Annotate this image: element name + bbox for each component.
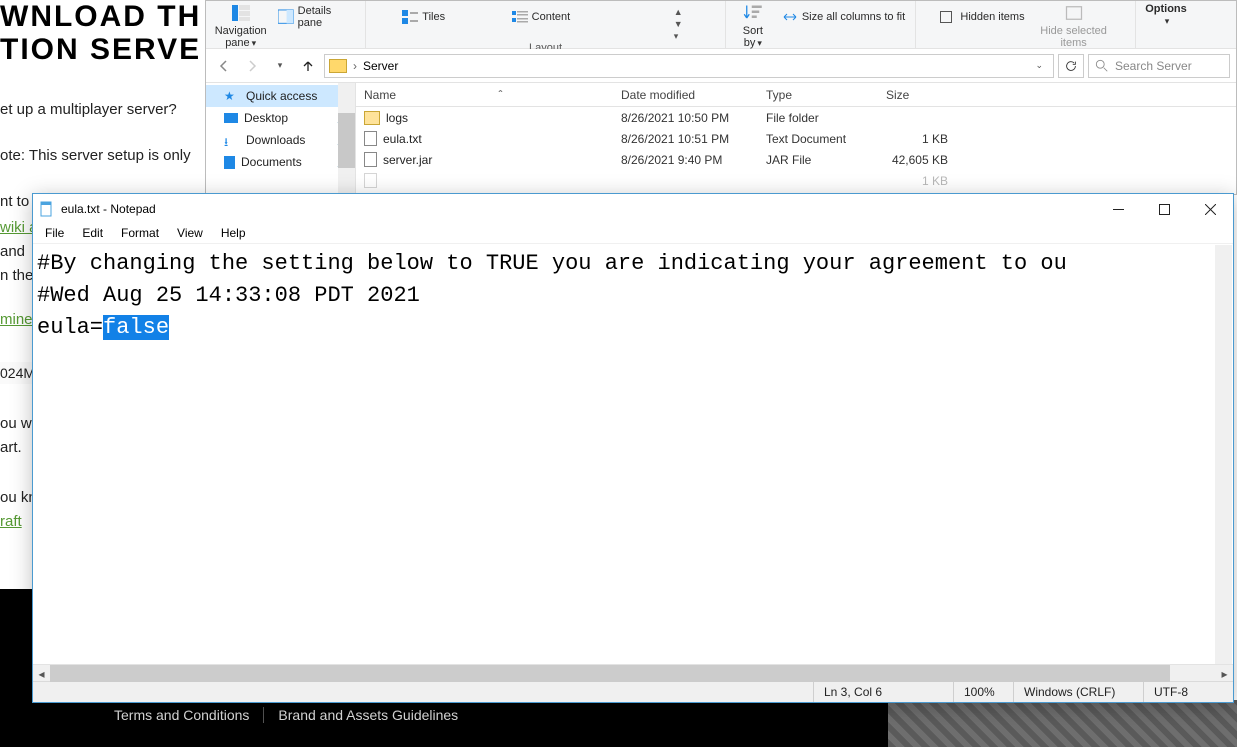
explorer-nav-tree: ★ Quick access Desktop 📌 ⭳ Downloads 📌 D… <box>206 83 356 194</box>
file-row[interactable]: 1 KB <box>356 170 1236 191</box>
layout-content-button[interactable]: Content <box>509 7 574 27</box>
nav-quick-access[interactable]: ★ Quick access <box>206 85 355 107</box>
breadcrumb-dropdown-icon[interactable]: ⌄ <box>1029 60 1049 71</box>
hidden-items-checkbox[interactable]: Hidden items <box>937 7 1027 27</box>
editor-selection: false <box>103 315 169 340</box>
scroll-right-icon[interactable]: ▸ <box>1216 665 1233 682</box>
navigation-pane-icon <box>231 3 251 23</box>
downloads-icon: ⭳ <box>224 133 240 147</box>
options-button[interactable]: Options <box>1141 3 1191 27</box>
size-columns-icon <box>782 9 798 25</box>
col-type[interactable]: Type <box>758 88 878 102</box>
checkbox-icon <box>940 11 952 23</box>
status-zoom: 100% <box>953 682 1013 702</box>
menu-help[interactable]: Help <box>213 224 254 243</box>
nav-desktop[interactable]: Desktop 📌 <box>206 107 355 129</box>
search-icon <box>1095 59 1109 73</box>
breadcrumb-item[interactable]: Server <box>363 59 398 73</box>
notepad-menubar: File Edit Format View Help <box>33 224 1233 244</box>
nav-documents[interactable]: Documents 📌 <box>206 151 355 173</box>
status-line-ending: Windows (CRLF) <box>1013 682 1143 702</box>
notepad-titlebar[interactable]: eula.txt - Notepad <box>33 194 1233 224</box>
editor-line: #Wed Aug 25 14:33:08 PDT 2021 <box>37 283 420 308</box>
documents-icon <box>224 156 235 169</box>
page-heading-l1: WNLOAD TH <box>0 0 205 33</box>
details-pane-icon <box>278 9 293 25</box>
breadcrumb[interactable]: › Server ⌄ <box>324 54 1054 78</box>
maximize-button[interactable] <box>1141 194 1187 224</box>
editor-line: #By changing the setting below to TRUE y… <box>37 251 1067 276</box>
col-name[interactable]: Name ˆ <box>356 88 613 102</box>
explorer-address-bar: ▾ › Server ⌄ Search Server <box>206 49 1236 83</box>
menu-view[interactable]: View <box>169 224 211 243</box>
page-heading-l2: TION SERVE <box>0 33 205 66</box>
nav-scrollbar-thumb[interactable] <box>338 113 355 168</box>
folder-icon <box>364 111 380 125</box>
refresh-button[interactable] <box>1058 54 1084 78</box>
nav-forward-button <box>240 54 264 78</box>
file-explorer-window: Navigation pane Details pane Panes <box>205 0 1237 195</box>
close-button[interactable] <box>1187 194 1233 224</box>
folder-icon <box>329 59 347 73</box>
chevron-right-icon: › <box>353 59 357 73</box>
sort-icon <box>743 3 763 23</box>
file-row[interactable]: eula.txt 8/26/2021 10:51 PM Text Documen… <box>356 128 1236 149</box>
sort-by-button[interactable]: Sort by <box>733 3 773 49</box>
hide-selected-icon <box>1064 3 1084 23</box>
nav-back-button[interactable] <box>212 54 236 78</box>
desktop-icon <box>224 113 238 123</box>
notepad-status-bar: Ln 3, Col 6 100% Windows (CRLF) UTF-8 <box>33 681 1233 702</box>
page-link[interactable]: raft <box>0 513 22 530</box>
editor-line: eula=false <box>37 315 169 340</box>
nav-recent-button[interactable]: ▾ <box>268 54 292 78</box>
col-size[interactable]: Size <box>878 88 956 102</box>
footer-link-brand[interactable]: Brand and Assets Guidelines <box>278 707 472 723</box>
status-encoding: UTF-8 <box>1143 682 1233 702</box>
explorer-file-pane: Name ˆ Date modified Type Size logs 8/26… <box>356 83 1236 194</box>
search-input[interactable]: Search Server <box>1088 54 1230 78</box>
hide-selected-button: Hide selected items <box>1034 3 1114 49</box>
explorer-ribbon: Navigation pane Details pane Panes <box>206 1 1236 49</box>
jar-file-icon <box>364 152 377 167</box>
navigation-pane-button[interactable]: Navigation pane <box>212 3 269 49</box>
tiles-icon <box>402 9 418 25</box>
file-row[interactable]: server.jar 8/26/2021 9:40 PM JAR File 42… <box>356 149 1236 170</box>
nav-downloads[interactable]: ⭳ Downloads 📌 <box>206 129 355 151</box>
notepad-icon <box>39 201 55 217</box>
layout-tiles-button[interactable]: Tiles <box>399 7 448 27</box>
page-text: et up a multiplayer server? <box>0 98 205 122</box>
layout-scroll-up-icon[interactable]: ▲ <box>674 7 692 17</box>
layout-scroll-down-icon[interactable]: ▼ <box>674 19 692 29</box>
content-icon <box>512 9 528 25</box>
file-icon <box>364 173 377 188</box>
footer-link-terms[interactable]: Terms and Conditions <box>114 707 264 723</box>
text-file-icon <box>364 131 377 146</box>
notepad-horizontal-scrollbar[interactable]: ◂ ▸ <box>33 664 1233 681</box>
notepad-editor[interactable]: #By changing the setting below to TRUE y… <box>33 244 1233 664</box>
scrollbar-thumb[interactable] <box>50 665 1170 682</box>
layout-expand-icon[interactable]: ▾ <box>674 31 692 42</box>
scroll-left-icon[interactable]: ◂ <box>33 665 50 682</box>
menu-format[interactable]: Format <box>113 224 167 243</box>
status-position: Ln 3, Col 6 <box>813 682 953 702</box>
nav-up-button[interactable] <box>296 54 320 78</box>
details-pane-button[interactable]: Details pane <box>275 7 359 27</box>
menu-edit[interactable]: Edit <box>74 224 111 243</box>
notepad-title: eula.txt - Notepad <box>61 202 156 216</box>
notepad-window: eula.txt - Notepad File Edit Format View… <box>32 193 1234 703</box>
minimize-button[interactable] <box>1095 194 1141 224</box>
notepad-vertical-scrollbar[interactable] <box>1215 245 1232 664</box>
size-all-columns-button[interactable]: Size all columns to fit <box>779 7 908 27</box>
sort-asc-icon: ˆ <box>499 88 503 102</box>
file-row[interactable]: logs 8/26/2021 10:50 PM File folder <box>356 107 1236 128</box>
page-text: ote: This server setup is only <box>0 144 205 168</box>
page-texture <box>888 700 1237 747</box>
menu-file[interactable]: File <box>37 224 72 243</box>
column-headers: Name ˆ Date modified Type Size <box>356 83 1236 107</box>
col-date[interactable]: Date modified <box>613 88 758 102</box>
page-link[interactable]: mine <box>0 311 33 328</box>
star-icon: ★ <box>224 89 240 103</box>
